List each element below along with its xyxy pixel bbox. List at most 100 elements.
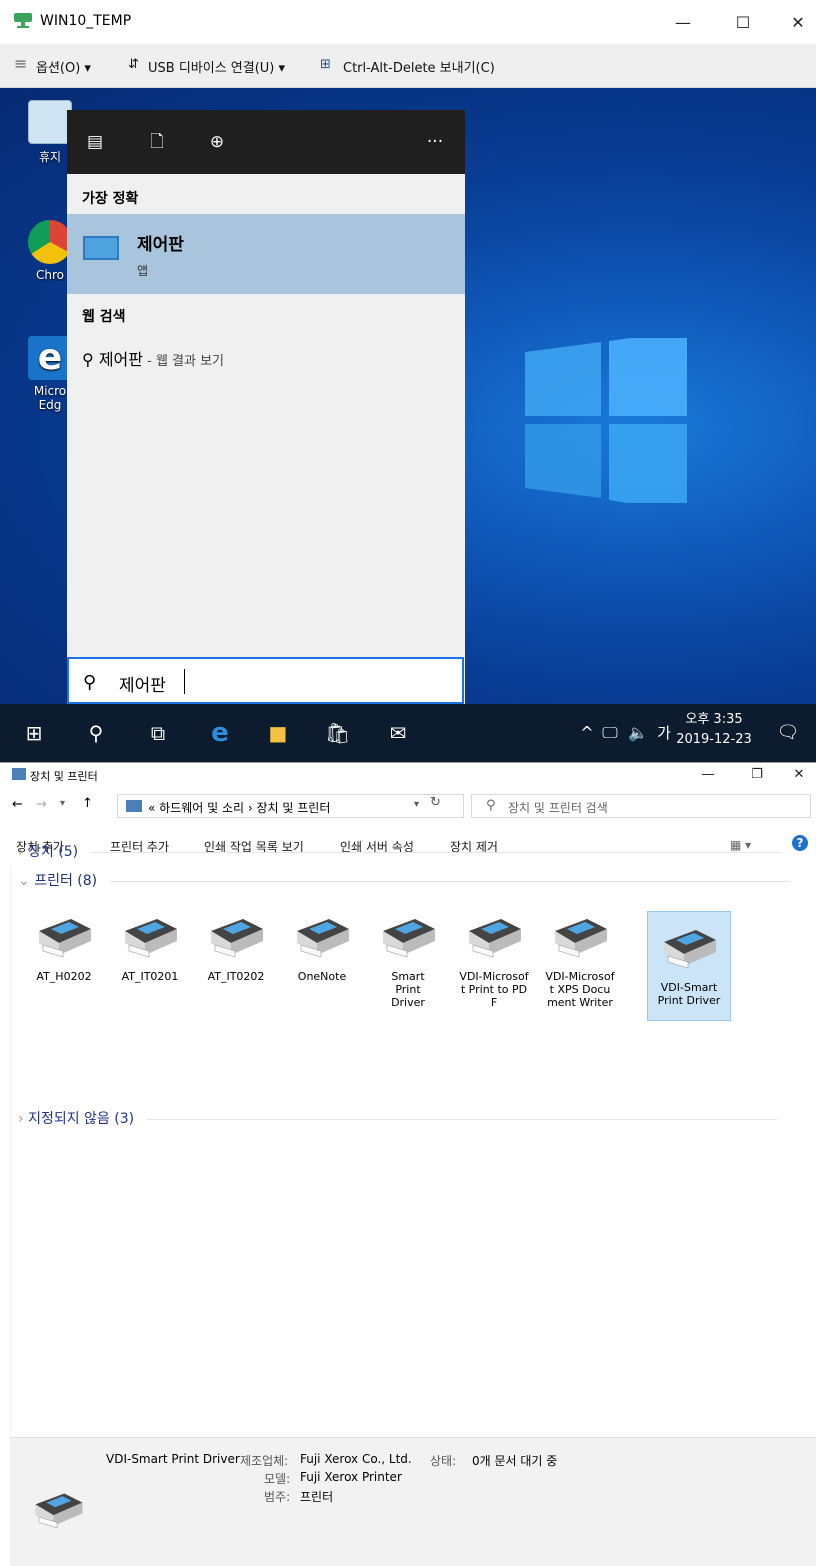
store-icon[interactable]: 🛍 (325, 721, 350, 745)
minimize-button[interactable]: — (693, 765, 723, 785)
help-icon[interactable]: ? (792, 835, 808, 851)
search-icon: ⚲ (83, 672, 97, 693)
printers-group-header[interactable]: ⌄ 프린터 (8) (18, 870, 790, 890)
status-value: 0개 문서 대기 중 (472, 1454, 558, 1468)
search-panel-header: ▤ 🗋 ⊕ ··· (67, 110, 465, 174)
refresh-icon[interactable]: ↻ (430, 795, 441, 810)
printer-item[interactable]: AT_IT0202 (194, 911, 278, 983)
chevron-down-icon: ⌄ (18, 873, 30, 889)
mail-icon[interactable]: ✉ (386, 721, 410, 745)
devices-printers-icon (12, 768, 26, 780)
up-arrow-icon[interactable]: ↑ (82, 796, 93, 811)
unspecified-group-label: 지정되지 않음 (3) (28, 1111, 135, 1127)
printer-item[interactable]: VDI-Microsoft XPS Document Writer (538, 911, 622, 1009)
printer-item[interactable]: AT_H0202 (22, 911, 106, 983)
network-icon[interactable]: 🖵 (598, 721, 622, 745)
printer-icon (297, 919, 349, 958)
usb-icon: ⇵ (128, 57, 139, 72)
best-match-result[interactable]: 제어판 앱 (67, 214, 465, 294)
restore-button[interactable]: ❐ (742, 765, 772, 785)
model-value: Fuji Xerox Printer (300, 1470, 402, 1484)
close-button[interactable]: ✕ (784, 765, 814, 785)
search-icon[interactable]: ⚲ (84, 721, 108, 745)
group-divider (146, 1118, 777, 1120)
vm-logo-icon (14, 13, 32, 28)
address-dropdown-icon[interactable]: ▾ (414, 799, 419, 810)
minimize-button[interactable]: — (660, 0, 706, 44)
vm-title: WIN10_TEMP (40, 13, 132, 29)
model-label: 모델: (264, 1472, 291, 1486)
category-value: 프린터 (300, 1490, 334, 1504)
status-label: 상태: (430, 1454, 457, 1468)
task-view-icon[interactable]: ⧉ (146, 721, 170, 745)
breadcrumb: « 하드웨어 및 소리 › 장치 및 프린터 (148, 801, 331, 815)
category-label: 범주: (264, 1490, 291, 1504)
printer-item[interactable]: VDI-Microsoft Print to PDF (452, 911, 536, 1009)
printer-label: AT_H0202 (36, 970, 92, 983)
printer-label: VDI-Smart Print Driver (657, 981, 721, 1007)
more-options-icon[interactable]: ··· (425, 132, 445, 152)
control-panel-icon (83, 236, 119, 260)
devices-group-label: 장치 (5) (28, 844, 79, 860)
ctrl-alt-delete-button[interactable]: Ctrl-Alt-Delete 보내기(C) (343, 57, 495, 76)
clock[interactable]: 오후 3:35 2019-12-23 (664, 710, 764, 750)
best-match-title: 제어판 (137, 235, 184, 255)
web-query: 제어판 (98, 350, 143, 369)
printer-icon (664, 930, 716, 969)
unspecified-group-header[interactable]: › 지정되지 않음 (3) (18, 1108, 777, 1128)
search-icon: ⚲ (82, 350, 94, 369)
recent-locations-icon[interactable]: ▾ (60, 798, 65, 809)
web-filter-icon[interactable]: ⊕ (207, 132, 227, 152)
apps-filter-icon[interactable]: ▤ (85, 132, 105, 152)
notifications-icon[interactable]: 🗨 (776, 721, 800, 745)
printer-icon (211, 919, 263, 958)
devices-group-header[interactable]: › 장치 (5) (18, 841, 781, 861)
printer-icon (469, 919, 521, 958)
explorer-search-placeholder: 장치 및 프린터 검색 (508, 801, 608, 815)
group-divider (109, 880, 790, 882)
printer-item-selected[interactable]: VDI-Smart Print Driver (647, 911, 731, 1021)
edge-icon[interactable]: e (208, 720, 232, 746)
close-button[interactable]: ✕ (775, 0, 816, 44)
printer-item[interactable]: AT_IT0201 (108, 911, 192, 983)
hamburger-icon[interactable]: ≡ (14, 54, 27, 73)
chevron-up-icon[interactable]: ^ (575, 721, 599, 745)
address-bar[interactable]: « 하드웨어 및 소리 › 장치 및 프린터 ▾ (117, 794, 464, 818)
options-menu[interactable]: 옵션(O) ▾ (36, 57, 91, 76)
web-search-result[interactable]: ⚲ 제어판 - 웹 결과 보기 (82, 346, 224, 370)
printer-item[interactable]: OneNote (280, 911, 364, 983)
printer-icon (35, 1493, 83, 1529)
chevron-right-icon: › (18, 1111, 24, 1127)
windows-wallpaper-logo (525, 338, 687, 503)
maximize-button[interactable]: ☐ (720, 0, 766, 44)
search-results-panel: ▤ 🗋 ⊕ ··· 가장 정확 제어판 앱 웹 검색 ⚲ 제어판 - 웹 결과 … (67, 110, 465, 704)
vm-toolbar: ≡ 옵션(O) ▾ ⇵ USB 디바이스 연결(U) ▾ ⊞ Ctrl-Alt-… (0, 44, 816, 88)
text-caret (184, 669, 185, 694)
printer-icon (39, 919, 91, 958)
search-input[interactable]: ⚲ 제어판 (67, 657, 464, 704)
forward-arrow-icon[interactable]: → (36, 797, 47, 812)
file-explorer-icon[interactable]: ■ (266, 721, 290, 745)
clock-date: 2019-12-23 (676, 732, 752, 747)
devices-printers-window: 장치 및 프린터 — ❐ ✕ ← → ▾ ↑ « 하드웨어 및 소리 › 장치 … (0, 762, 816, 1566)
taskbar: ⊞ ⚲ ⧉ e ■ 🛍 ✉ ^ 🖵 🔈 가 오후 3:35 2019-12-23… (0, 704, 816, 762)
web-result-suffix: - 웹 결과 보기 (142, 354, 225, 369)
usb-menu[interactable]: USB 디바이스 연결(U) ▾ (148, 57, 285, 76)
best-match-subtitle: 앱 (137, 264, 149, 278)
volume-icon[interactable]: 🔈 (626, 721, 650, 745)
vm-titlebar: WIN10_TEMP — ☐ ✕ (0, 0, 816, 44)
back-arrow-icon[interactable]: ← (12, 797, 23, 812)
details-device-name: VDI-Smart Print Driver (106, 1452, 240, 1466)
search-input-value: 제어판 (119, 676, 166, 696)
chevron-right-icon: › (18, 844, 24, 860)
printer-label: OneNote (297, 970, 347, 983)
explorer-title: 장치 및 프린터 (30, 770, 98, 783)
printer-item[interactable]: Smart Print Driver (366, 911, 450, 1009)
documents-filter-icon[interactable]: 🗋 (147, 132, 167, 152)
explorer-titlebar: 장치 및 프린터 — ❐ ✕ (0, 763, 816, 787)
explorer-search-input[interactable]: ⚲ 장치 및 프린터 검색 (471, 794, 811, 818)
best-match-header: 가장 정확 (82, 191, 139, 207)
windows-start-icon[interactable]: ⊞ (22, 721, 46, 745)
printer-icon (555, 919, 607, 958)
printer-label: VDI-Microsoft XPS Document Writer (545, 970, 615, 1009)
